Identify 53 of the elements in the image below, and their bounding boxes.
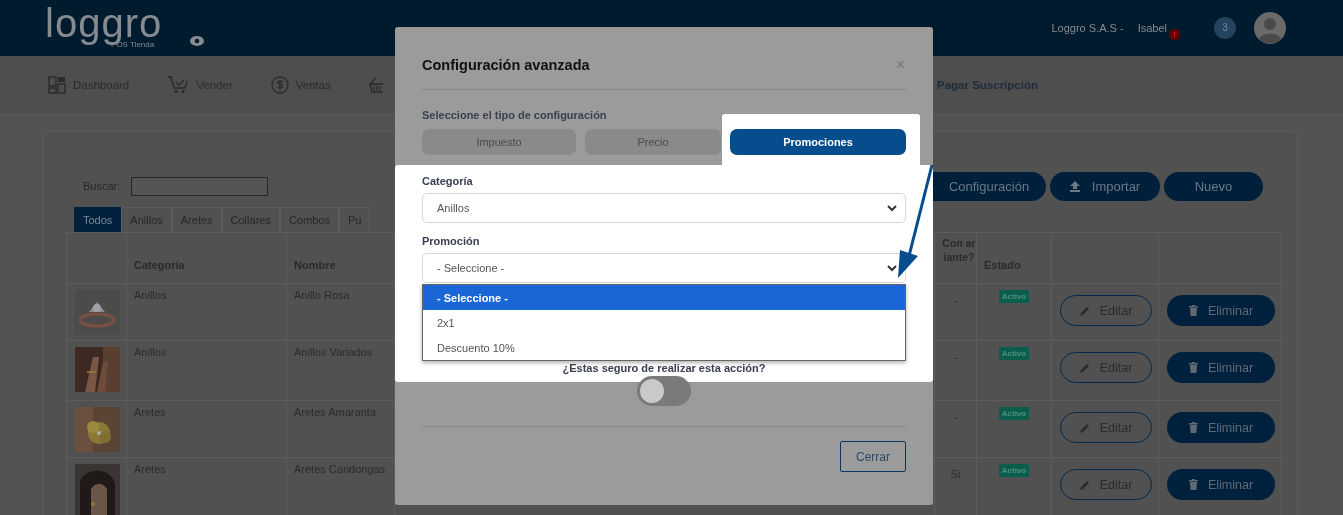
action-button[interactable]: Configuración xyxy=(932,171,1046,201)
type-label: Seleccione el tipo de configuración xyxy=(422,109,608,123)
status-badge: Activo xyxy=(998,407,1030,420)
delete-button[interactable]: Eliminar xyxy=(1167,412,1275,443)
pencil-icon xyxy=(1079,362,1090,373)
upload-icon xyxy=(1069,180,1080,192)
avatar-icon[interactable] xyxy=(1254,12,1286,44)
field-label: Categoría xyxy=(422,175,474,187)
delete-button[interactable]: Eliminar xyxy=(1167,469,1275,500)
close-button[interactable]: × xyxy=(895,56,905,74)
pencil-icon xyxy=(1079,479,1090,490)
chevron-down-icon xyxy=(887,204,897,212)
type-tab[interactable]: Impuesto xyxy=(422,129,576,155)
action-button[interactable]: Importar xyxy=(1050,171,1160,201)
dropdown-option[interactable]: Descuento 10% xyxy=(423,335,905,360)
category-tab[interactable]: Todos xyxy=(74,207,122,232)
pencil-icon xyxy=(1079,422,1090,433)
dashboard-icon xyxy=(48,76,66,94)
chevron-down-icon xyxy=(887,264,897,272)
pencil-icon xyxy=(1079,305,1090,316)
search-field[interactable] xyxy=(131,176,269,196)
trash-icon xyxy=(1188,479,1198,490)
dropdown-option[interactable]: - Seleccione - xyxy=(423,285,905,310)
select-field[interactable]: - Seleccione - xyxy=(422,253,906,283)
eye-icon[interactable] xyxy=(190,36,205,46)
modal-title: Configuración avanzada xyxy=(422,57,590,73)
table-cell: - xyxy=(953,411,958,423)
field-label: Promoción xyxy=(422,235,481,247)
type-tab[interactable]: Promociones xyxy=(730,129,906,155)
status-badge: Activo xyxy=(998,290,1030,303)
cart-icon xyxy=(167,76,190,94)
toggle-switch[interactable] xyxy=(637,376,691,406)
trash-icon xyxy=(1188,362,1198,373)
table-cell: - xyxy=(953,294,958,306)
delete-button[interactable]: Eliminar xyxy=(1167,352,1275,383)
alert-badge: ! xyxy=(1169,28,1180,40)
trash-icon xyxy=(1188,422,1198,433)
confirm-question: ¿Estas seguro de realizar esta acción? xyxy=(561,362,767,374)
status-badge: Activo xyxy=(998,464,1030,477)
company-name: Loggro S.A.S - xyxy=(1051,22,1124,34)
status-badge: Activo xyxy=(998,347,1030,360)
basket-icon xyxy=(368,76,383,94)
close-dialog-button[interactable]: Cerrar xyxy=(840,441,906,472)
notification-badge[interactable]: 3 xyxy=(1214,17,1236,39)
user-name[interactable]: Isabel xyxy=(1137,22,1167,34)
dollar-icon xyxy=(270,76,289,94)
type-tab[interactable]: Precio xyxy=(585,129,721,155)
trash-icon xyxy=(1188,305,1198,316)
dropdown-option[interactable]: 2x1 xyxy=(423,310,905,335)
delete-button[interactable]: Eliminar xyxy=(1167,295,1275,326)
new-button[interactable]: Nuevo xyxy=(1164,171,1263,201)
select-field[interactable]: Anillos xyxy=(422,193,906,223)
table-cell: - xyxy=(953,351,958,363)
